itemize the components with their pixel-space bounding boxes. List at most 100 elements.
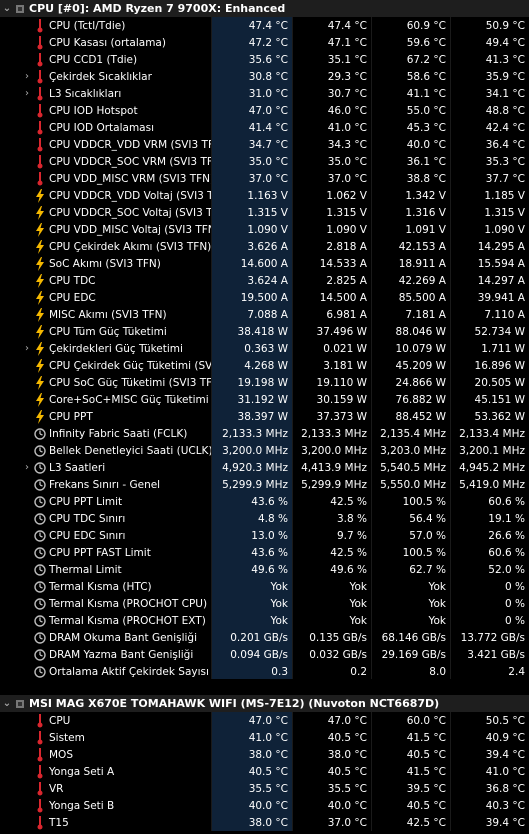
- sensor-row[interactable]: VR 35.5 °C 35.5 °C 39.5 °C 36.8 °C: [0, 780, 529, 797]
- sensor-row[interactable]: Core+SoC+MISC Güç Tüketimi (S...31.192 W…: [0, 391, 529, 408]
- sensor-row[interactable]: Thermal Limit 49.6 % 49.6 % 62.7 % 52.0 %: [0, 561, 529, 578]
- sensor-row[interactable]: DRAM Okuma Bant Genişliği 0.201 GB/s 0.135…: [0, 629, 529, 646]
- sensor-label-cell: › Çekirdekleri Güç Tüketimi: [0, 340, 211, 357]
- sensor-name: Core+SoC+MISC Güç Tüketimi (S...: [49, 393, 211, 406]
- current-value: 35.5 °C: [211, 780, 292, 797]
- sensor-row[interactable]: DRAM Yazma Bant Genişliği 0.094 GB/s 0.032…: [0, 646, 529, 663]
- max-value: Yok: [371, 595, 450, 612]
- sensor-row[interactable]: CPU Kasası (ortalama) 47.2 °C 47.1 °C 59.6 …: [0, 34, 529, 51]
- sensor-row[interactable]: Ortalama Aktif Çekirdek Sayısı 0.3 0.2 8.0 2…: [0, 663, 529, 680]
- chevron-down-icon[interactable]: ⌄: [2, 698, 12, 709]
- max-value: 42.269 A: [371, 272, 450, 289]
- chip-icon: [14, 697, 26, 711]
- current-value: 4,920.3 MHz: [211, 459, 292, 476]
- chevron-right-icon[interactable]: ›: [22, 462, 32, 473]
- sensor-label-cell: Bellek Denetleyici Saati (UCLK): [0, 442, 211, 459]
- chevron-right-icon[interactable]: ›: [22, 88, 32, 99]
- sensor-row[interactable]: Bellek Denetleyici Saati (UCLK) 3,200.0 M…: [0, 442, 529, 459]
- clock-icon: [34, 427, 46, 441]
- sensor-row[interactable]: CPU TDC Sınırı 4.8 % 3.8 % 56.4 % 19.1 %: [0, 510, 529, 527]
- sensor-row[interactable]: CPU Tüm Güç Tüketimi 38.418 W 37.496 W 88.0…: [0, 323, 529, 340]
- min-value: 40.5 °C: [292, 729, 371, 746]
- sensor-name: DRAM Okuma Bant Genişliği: [49, 631, 198, 644]
- sensor-row[interactable]: CPU CCD1 (Tdie) 35.6 °C 35.1 °C 67.2 °C 41.3…: [0, 51, 529, 68]
- sensor-row[interactable]: MOS 38.0 °C 38.0 °C 40.5 °C 39.4 °C: [0, 746, 529, 763]
- sensor-row[interactable]: SoC Akımı (SVI3 TFN) 14.600 A 14.533 A 18.9…: [0, 255, 529, 272]
- sensor-row[interactable]: Infinity Fabric Saati (FCLK) 2,133.3 MHz 2…: [0, 425, 529, 442]
- sensor-name: Ortalama Aktif Çekirdek Sayısı: [49, 665, 209, 678]
- section-header[interactable]: ⌄ CPU [#0]: AMD Ryzen 7 9700X: Enhanced: [0, 0, 529, 17]
- sensor-row[interactable]: CPU VDDCR_VDD Voltaj (SVI3 TFN)1.163 V1.…: [0, 187, 529, 204]
- sensor-row[interactable]: CPU PPT Limit 43.6 % 42.5 % 100.5 % 60.6 %: [0, 493, 529, 510]
- current-value: 41.4 °C: [211, 119, 292, 136]
- sensor-row[interactable]: Frekans Sınırı - Genel 5,299.9 MHz 5,299.9…: [0, 476, 529, 493]
- sensor-row[interactable]: CPU SoC Güç Tüketimi (SVI3 TFN) 19.198 W1…: [0, 374, 529, 391]
- sensor-row[interactable]: › L3 Saatleri 4,920.3 MHz 4,413.9 MHz 5,540.…: [0, 459, 529, 476]
- horizontal-scrollbar[interactable]: [0, 679, 529, 693]
- sensor-row[interactable]: CPU VDDCR_SOC VRM (SVI3 TFN) 35.0 °C 35.0 …: [0, 153, 529, 170]
- chevron-right-icon[interactable]: ›: [22, 343, 32, 354]
- avg-value: 1.315 V: [450, 204, 529, 221]
- sensor-row[interactable]: CPU Çekirdek Güç Tüketimi (SVI3 ...4.268…: [0, 357, 529, 374]
- sensor-row[interactable]: Yonga Seti B 40.0 °C 40.0 °C 40.5 °C 40.3 °C: [0, 797, 529, 814]
- sensor-name: CPU VDDCR_SOC Voltaj (SVI3 TFN): [49, 206, 211, 219]
- sensor-row[interactable]: Termal Kısma (PROCHOT EXT) Yok Yok Yok 0 %: [0, 612, 529, 629]
- sensor-name: CPU IOD Ortalaması: [49, 121, 155, 134]
- clock-icon: [34, 580, 46, 594]
- max-value: 58.6 °C: [371, 68, 450, 85]
- sensor-row[interactable]: CPU EDC Sınırı 13.0 % 9.7 % 57.0 % 26.6 %: [0, 527, 529, 544]
- clock-icon: [34, 444, 46, 458]
- avg-value: 39.4 °C: [450, 814, 529, 831]
- thermometer-icon: [34, 764, 46, 779]
- sensor-row[interactable]: MISC Akımı (SVI3 TFN) 7.088 A 6.981 A 7.181…: [0, 306, 529, 323]
- sensor-row[interactable]: CPU Çekirdek Akımı (SVI3 TFN) 3.626 A 2.81…: [0, 238, 529, 255]
- sensor-row[interactable]: Termal Kısma (PROCHOT CPU) Yok Yok Yok 0 %: [0, 595, 529, 612]
- sensor-row[interactable]: › L3 Sıcaklıkları 31.0 °C 30.7 °C 41.1 °C 34.…: [0, 85, 529, 102]
- current-value: 31.192 W: [211, 391, 292, 408]
- sensor-row[interactable]: CPU IOD Hotspot 47.0 °C 46.0 °C 55.0 °C 48.8…: [0, 102, 529, 119]
- sensor-row[interactable]: CPU VDD_MISC VRM (SVI3 TFN) 37.0 °C 37.0 °…: [0, 170, 529, 187]
- min-value: 5,299.9 MHz: [292, 476, 371, 493]
- sensor-row[interactable]: CPU PPT FAST Limit 43.6 % 42.5 % 100.5 % 60.…: [0, 544, 529, 561]
- sensor-name: Frekans Sınırı - Genel: [49, 478, 161, 491]
- thermometer-icon: [34, 815, 46, 830]
- min-value: Yok: [292, 612, 371, 629]
- sensor-row[interactable]: CPU VDDCR_SOC Voltaj (SVI3 TFN)1.315 V1.…: [0, 204, 529, 221]
- min-value: 41.0 °C: [292, 119, 371, 136]
- sensor-row[interactable]: CPU 47.0 °C 47.0 °C 60.0 °C 50.5 °C: [0, 712, 529, 729]
- sensor-label-cell: Termal Kısma (HTC): [0, 578, 211, 595]
- sensor-label-cell: CPU Çekirdek Güç Tüketimi (SVI3 ...: [0, 357, 211, 374]
- max-value: 62.7 %: [371, 561, 450, 578]
- sensor-label-cell: CPU VDDCR_VDD Voltaj (SVI3 TFN): [0, 187, 211, 204]
- sensor-row[interactable]: CPU EDC 19.500 A 14.500 A 85.500 A 39.941 A: [0, 289, 529, 306]
- min-value: 29.3 °C: [292, 68, 371, 85]
- min-value: 3,200.0 MHz: [292, 442, 371, 459]
- sensor-row[interactable]: CPU (Tctl/Tdie) 47.4 °C 47.4 °C 60.9 °C 50.9…: [0, 17, 529, 34]
- sensor-name: CPU TDC: [49, 274, 96, 287]
- clock-icon: [34, 512, 46, 526]
- section-header[interactable]: ⌄ MSI MAG X670E TOMAHAWK WIFI (MS-7E12) (…: [0, 695, 529, 712]
- sensor-row[interactable]: CPU TDC 3.624 A 2.825 A 42.269 A 14.297 A: [0, 272, 529, 289]
- sensor-row[interactable]: CPU IOD Ortalaması 41.4 °C 41.0 °C 45.3 °C 4…: [0, 119, 529, 136]
- sensor-row[interactable]: Yonga Seti A 40.5 °C 40.5 °C 41.5 °C 41.0 °C: [0, 763, 529, 780]
- sensor-row[interactable]: Sistem 41.0 °C 40.5 °C 41.5 °C 40.9 °C: [0, 729, 529, 746]
- chevron-right-icon[interactable]: ›: [22, 71, 32, 82]
- sensor-row[interactable]: CPU PPT 38.397 W 37.373 W 88.452 W 53.362 W: [0, 408, 529, 425]
- thermometer-icon: [34, 86, 46, 101]
- max-value: 100.5 %: [371, 493, 450, 510]
- chevron-down-icon[interactable]: ⌄: [2, 3, 12, 14]
- sensor-name: Termal Kısma (PROCHOT CPU): [49, 597, 208, 610]
- sensor-name: Infinity Fabric Saati (FCLK): [49, 427, 188, 440]
- current-value: 47.2 °C: [211, 34, 292, 51]
- sensor-row[interactable]: Termal Kısma (HTC) Yok Yok Yok 0 %: [0, 578, 529, 595]
- avg-value: 2.4: [450, 663, 529, 680]
- sensor-row[interactable]: › Çekirdekleri Güç Tüketimi 0.363 W 0.021 W…: [0, 340, 529, 357]
- sensor-row[interactable]: › Çekirdek Sıcaklıklar 30.8 °C 29.3 °C 58.6 …: [0, 68, 529, 85]
- sensor-row[interactable]: CPU VDD_MISC Voltaj (SVI3 TFN) 1.090 V 1.0…: [0, 221, 529, 238]
- sensor-row[interactable]: T15 38.0 °C 37.0 °C 42.5 °C 39.4 °C: [0, 814, 529, 831]
- min-value: 19.110 W: [292, 374, 371, 391]
- current-value: 35.0 °C: [211, 153, 292, 170]
- bolt-icon: [34, 188, 46, 203]
- sensor-label-cell: Frekans Sınırı - Genel: [0, 476, 211, 493]
- sensor-row[interactable]: CPU VDDCR_VDD VRM (SVI3 TFN) 34.7 °C 34.3 …: [0, 136, 529, 153]
